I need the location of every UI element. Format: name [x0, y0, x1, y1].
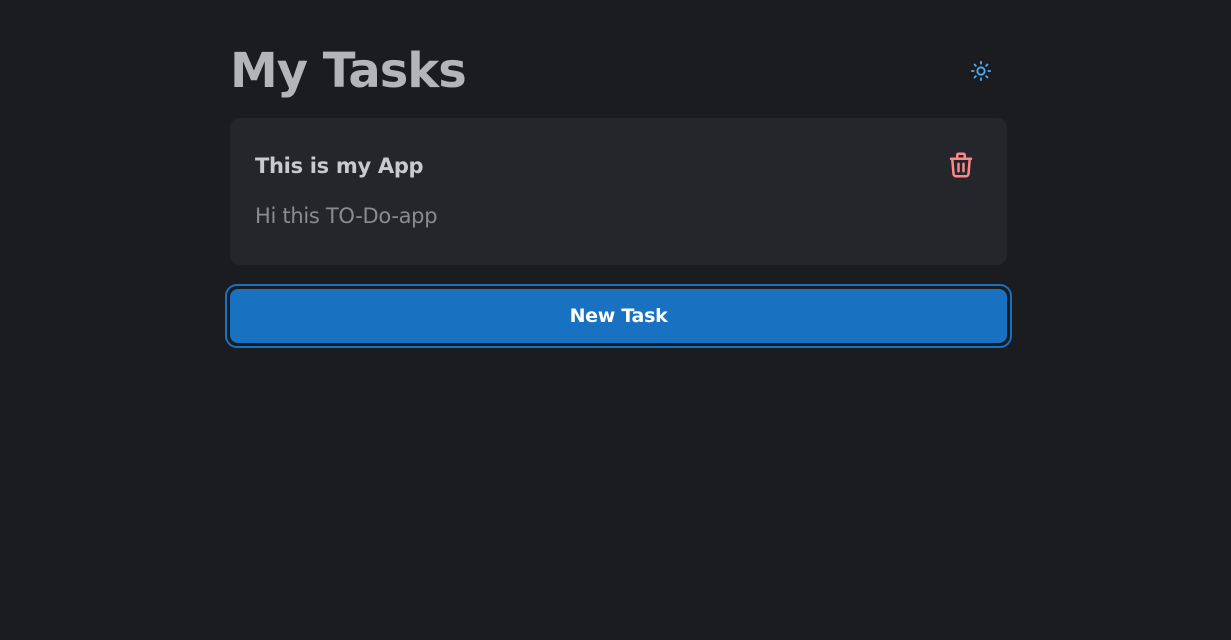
trash-icon — [949, 152, 973, 178]
delete-task-button[interactable] — [945, 147, 977, 183]
task-card: This is my App Hi this TO-Do-app — [230, 118, 1007, 265]
task-description: Hi this TO-Do-app — [255, 204, 438, 228]
task-title: This is my App — [255, 154, 424, 178]
sun-icon — [970, 60, 992, 82]
theme-toggle-button[interactable] — [965, 55, 997, 87]
page-title: My Tasks — [230, 43, 467, 99]
app-container: My Tasks This is my App Hi this TO-Do-ap… — [225, 40, 1012, 348]
header: My Tasks — [230, 40, 1007, 102]
new-task-focus-ring: New Task — [225, 284, 1012, 348]
new-task-button[interactable]: New Task — [230, 289, 1007, 343]
